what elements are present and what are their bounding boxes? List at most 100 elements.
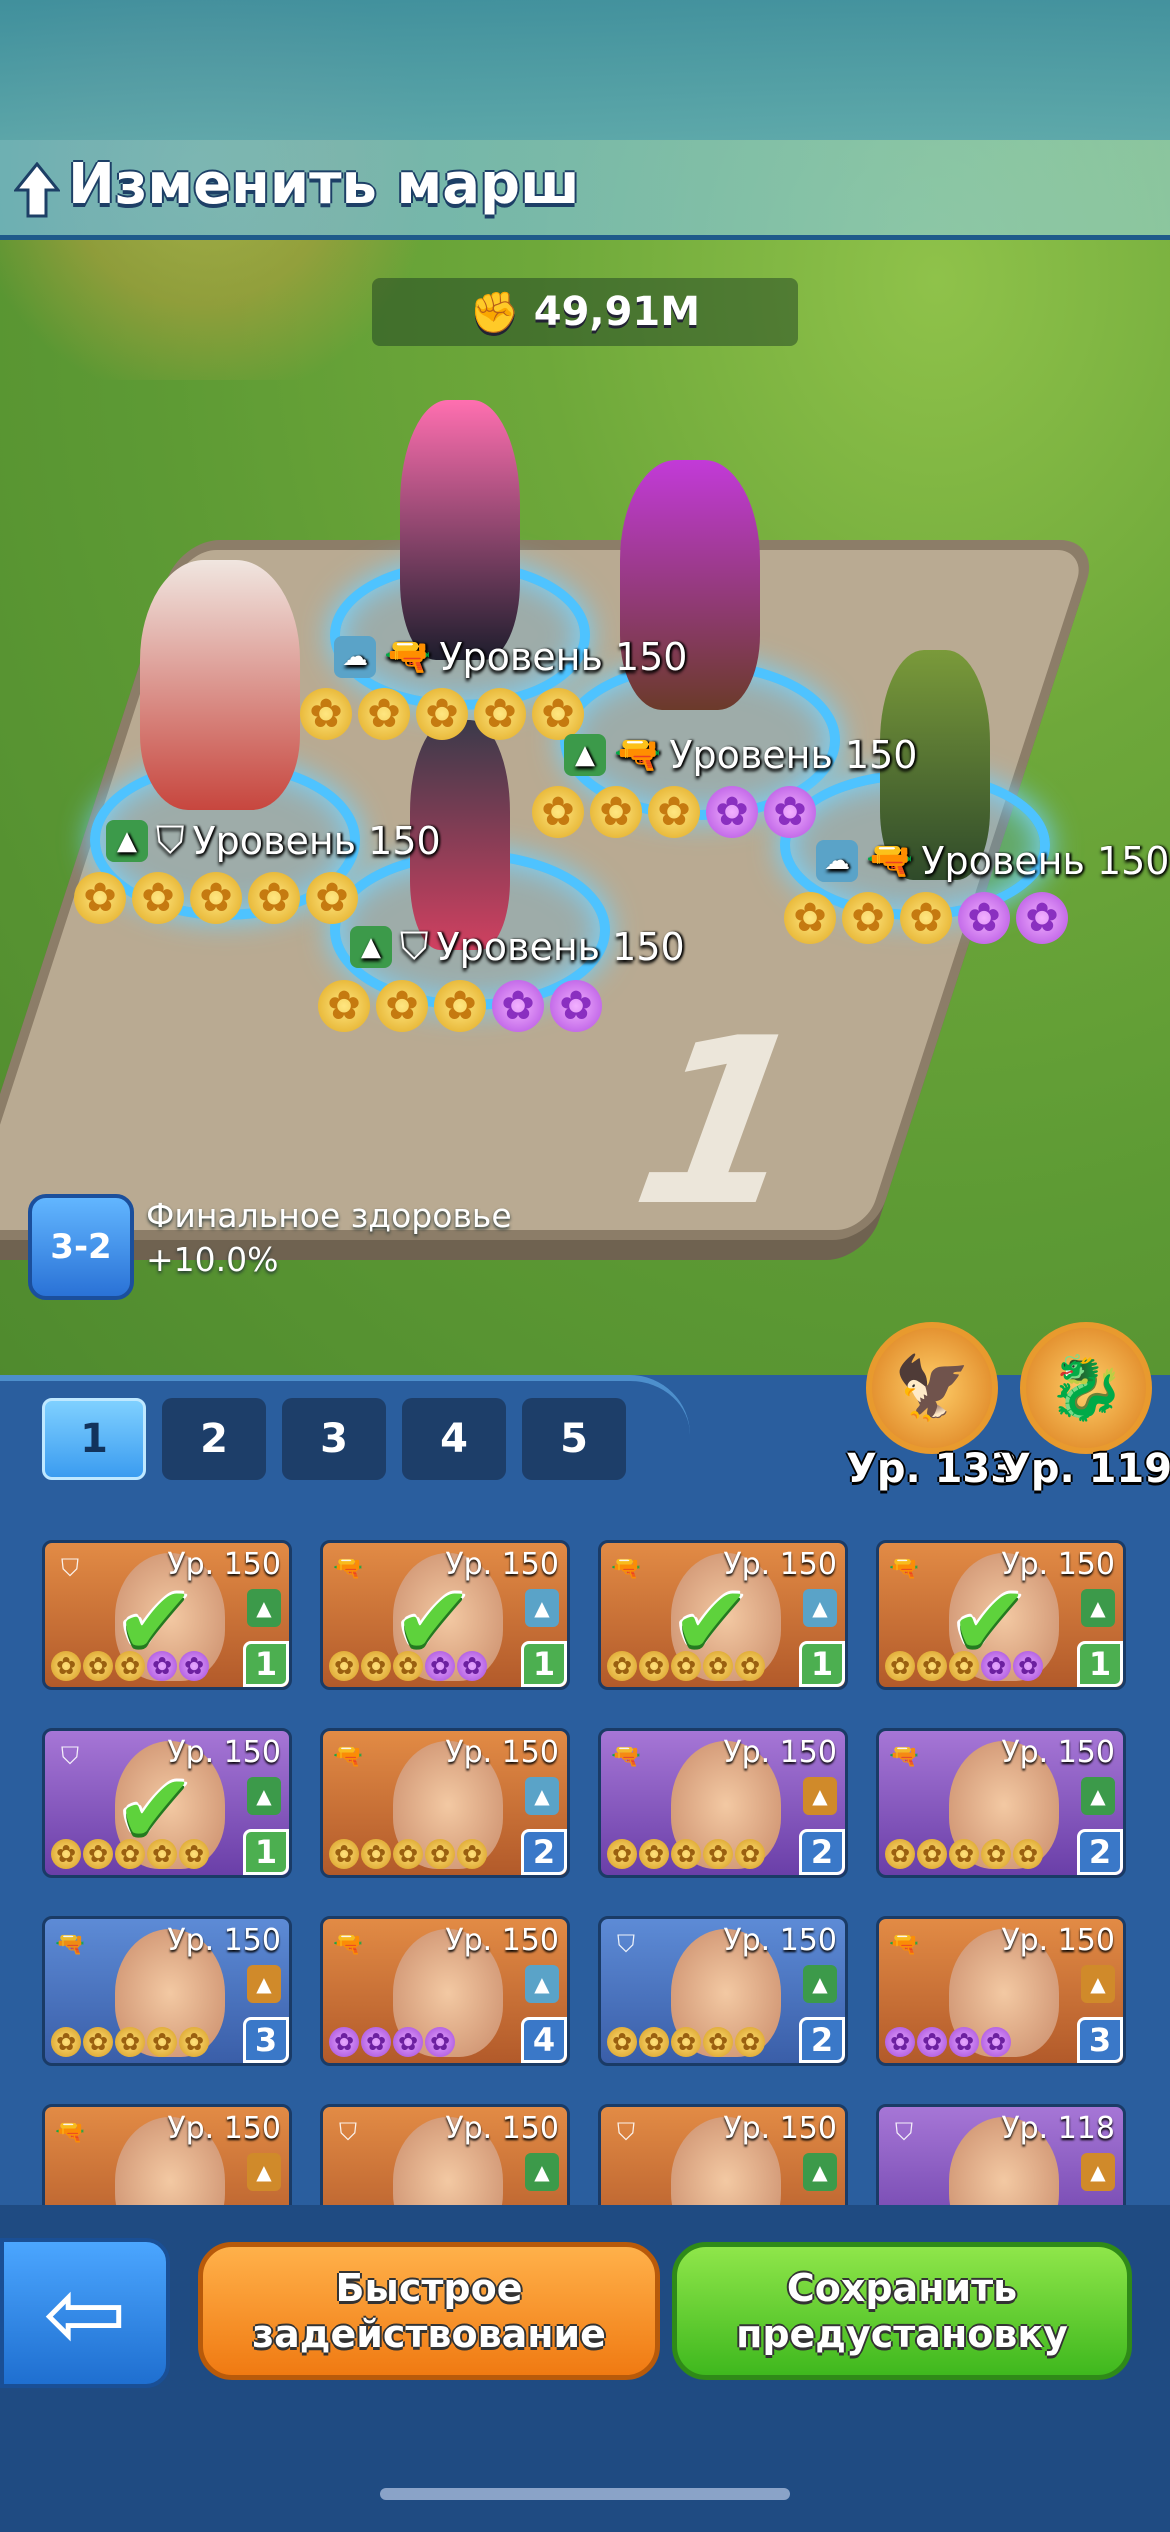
hero-card[interactable]: 🔫 Ур. 150 ▲ ✿ ✿ ✿ ✿ ✿ 2 [598,1728,848,1878]
weapon-type-icon: ⛉ [617,1930,635,1958]
preset-tabs: 1 2 3 4 5 [42,1398,626,1480]
power-value: 49,91M [533,289,701,335]
class-icon: ▲ [525,1777,559,1815]
star-icon: ✿ [51,2027,81,2057]
star-icon: ✿ [329,1651,359,1681]
checkmark-icon: ✔ [393,1565,474,1677]
star-icon: ✿ [393,2027,423,2057]
rifle-icon: 🔫 [866,838,914,882]
class-icon: ▲ [247,1589,281,1627]
star-icon: ✿ [115,2027,145,2057]
hero-card[interactable]: 🔫 Ур. 150 ▲ ✿ ✿ ✿ ✿ ✿ 2 [876,1728,1126,1878]
hero-count-badge: 3 [243,2017,289,2063]
star-icon: ✿ [361,1651,391,1681]
checkmark-icon: ✔ [949,1565,1030,1677]
preset-tab-3[interactable]: 3 [282,1398,386,1480]
dragon-pet-icon[interactable]: 🐉 [1020,1322,1153,1454]
class-icon: ▲ [247,2153,281,2191]
mountain-class-icon: ▲ [106,819,148,862]
hero-card[interactable]: ⛉ Ур. 150 ▲ ✿ ✿ ✿ ✿ ✿ 1 ✔ [42,1540,292,1690]
quick-deploy-button[interactable]: Быстрое задействование [198,2242,660,2380]
hero-stars: ✿ ✿ ✿ ✿ ✿ [784,892,1068,944]
star-icon: ✿ [885,1839,915,1869]
cloud-class-icon: ☁ [816,839,858,882]
star-icon: ✿ [958,892,1010,944]
hero-count-badge: 4 [521,2017,567,2063]
star-icon: ✿ [329,1839,359,1869]
card-level: Ур. 150 [445,1923,559,1958]
hero-level-label: ☁ 🔫 Уровень 150 [334,634,687,679]
hero-figure[interactable] [400,400,520,660]
card-level: Ур. 150 [723,1735,837,1770]
star-icon: ✿ [532,786,584,838]
weapon-type-icon: ⛉ [61,1742,79,1770]
pet-level: Ур. 133 [846,1446,1019,1492]
hero-card[interactable]: 🔫 Ур. 150 ▲ ✿ ✿ ✿ ✿ 4 [320,1916,570,2066]
star-icon: ✿ [949,1839,979,1869]
card-stars: ✿ ✿ ✿ ✿ ✿ [607,2027,765,2057]
class-icon: ▲ [525,1965,559,2003]
hero-card[interactable]: 🔫 Ур. 150 ▲ ✿ ✿ ✿ ✿ ✿ 3 [42,1916,292,2066]
rifle-icon: 🔫 [384,634,432,678]
hero-stars: ✿ ✿ ✿ ✿ ✿ [532,786,816,838]
card-level: Ур. 150 [445,2111,559,2146]
hero-card[interactable]: 🔫 Ур. 150 ▲ ✿ ✿ ✿ ✿ ✿ 1 ✔ [598,1540,848,1690]
hero-card[interactable]: 🔫 Ур. 150 ▲ ✿ ✿ ✿ ✿ ✿ 1 ✔ [320,1540,570,1690]
hero-card[interactable]: 🔫 Ур. 150 ▲ ✿ ✿ ✿ ✿ ✿ 2 [320,1728,570,1878]
hero-card[interactable]: 🔫 Ур. 150 ▲ ✿ ✿ ✿ ✿ 3 [876,1916,1126,2066]
star-icon: ✿ [885,1651,915,1681]
star-icon: ✿ [590,786,642,838]
preset-tab-1[interactable]: 1 [42,1398,146,1480]
star-icon: ✿ [607,1839,637,1869]
save-preset-button[interactable]: Сохранить предустановку [672,2242,1132,2380]
formation-bonus[interactable]: 3-2 Финальное здоровье +10.0% [28,1194,512,1300]
star-icon: ✿ [671,1839,701,1869]
weapon-type-icon: 🔫 [55,1930,85,1958]
card-stars: ✿ ✿ ✿ ✿ ✿ [885,1839,1043,1869]
hero-level-label: ☁ 🔫 Уровень 150 [816,838,1169,883]
preset-tab-2[interactable]: 2 [162,1398,266,1480]
weapon-type-icon: ⛉ [339,2118,357,2146]
weapon-type-icon: ⛉ [895,2118,913,2146]
back-arrow-icon: ⇦ [43,2254,127,2372]
star-icon: ✿ [83,2027,113,2057]
hero-card[interactable]: ⛉ Ур. 150 ▲ ✿ ✿ ✿ ✿ ✿ 1 ✔ [42,1728,292,1878]
page-title: Изменить марш [68,152,580,217]
class-icon: ▲ [803,1589,837,1627]
formation-bonus-icon[interactable]: 3-2 [28,1194,134,1300]
star-icon: ✿ [1016,892,1068,944]
card-stars: ✿ ✿ ✿ ✿ ✿ [329,1839,487,1869]
preset-tab-4[interactable]: 4 [402,1398,506,1480]
pet-slot[interactable]: 🦅 Ур. 133 [846,1322,1018,1492]
class-icon: ▲ [803,2153,837,2191]
hero-figure[interactable] [140,560,300,810]
class-icon: ▲ [803,1965,837,2003]
back-button[interactable]: ⇦ [0,2238,170,2388]
star-icon: ✿ [318,980,370,1032]
hero-card[interactable]: 🔫 Ур. 150 ▲ ✿ ✿ ✿ ✿ ✿ 1 ✔ [876,1540,1126,1690]
star-icon: ✿ [639,1839,669,1869]
hero-stars: ✿ ✿ ✿ ✿ ✿ [318,980,602,1032]
star-icon: ✿ [393,1839,423,1869]
top-band [0,0,1170,140]
star-icon: ✿ [735,1839,765,1869]
pet-slot[interactable]: 🐉 Ур. 119 [1000,1322,1170,1492]
star-icon: ✿ [607,2027,637,2057]
checkmark-icon: ✔ [115,1565,196,1677]
star-icon: ✿ [425,2027,455,2057]
card-level: Ур. 150 [723,1923,837,1958]
star-icon: ✿ [607,1651,637,1681]
griffin-pet-icon[interactable]: 🦅 [866,1322,999,1454]
weapon-type-icon: 🔫 [333,1742,363,1770]
card-level: Ур. 150 [723,2111,837,2146]
preset-tab-5[interactable]: 5 [522,1398,626,1480]
star-icon: ✿ [981,2027,1011,2057]
hero-level-label: ▲ 🔫 Уровень 150 [564,732,917,777]
star-icon: ✿ [74,872,126,924]
star-icon: ✿ [425,1839,455,1869]
mountain-class-icon: ▲ [350,925,392,968]
hero-card[interactable]: ⛉ Ур. 150 ▲ ✿ ✿ ✿ ✿ ✿ 2 [598,1916,848,2066]
hero-stars: ✿ ✿ ✿ ✿ ✿ [300,688,584,740]
header-bar: Изменить марш [0,140,1170,240]
star-icon: ✿ [671,2027,701,2057]
